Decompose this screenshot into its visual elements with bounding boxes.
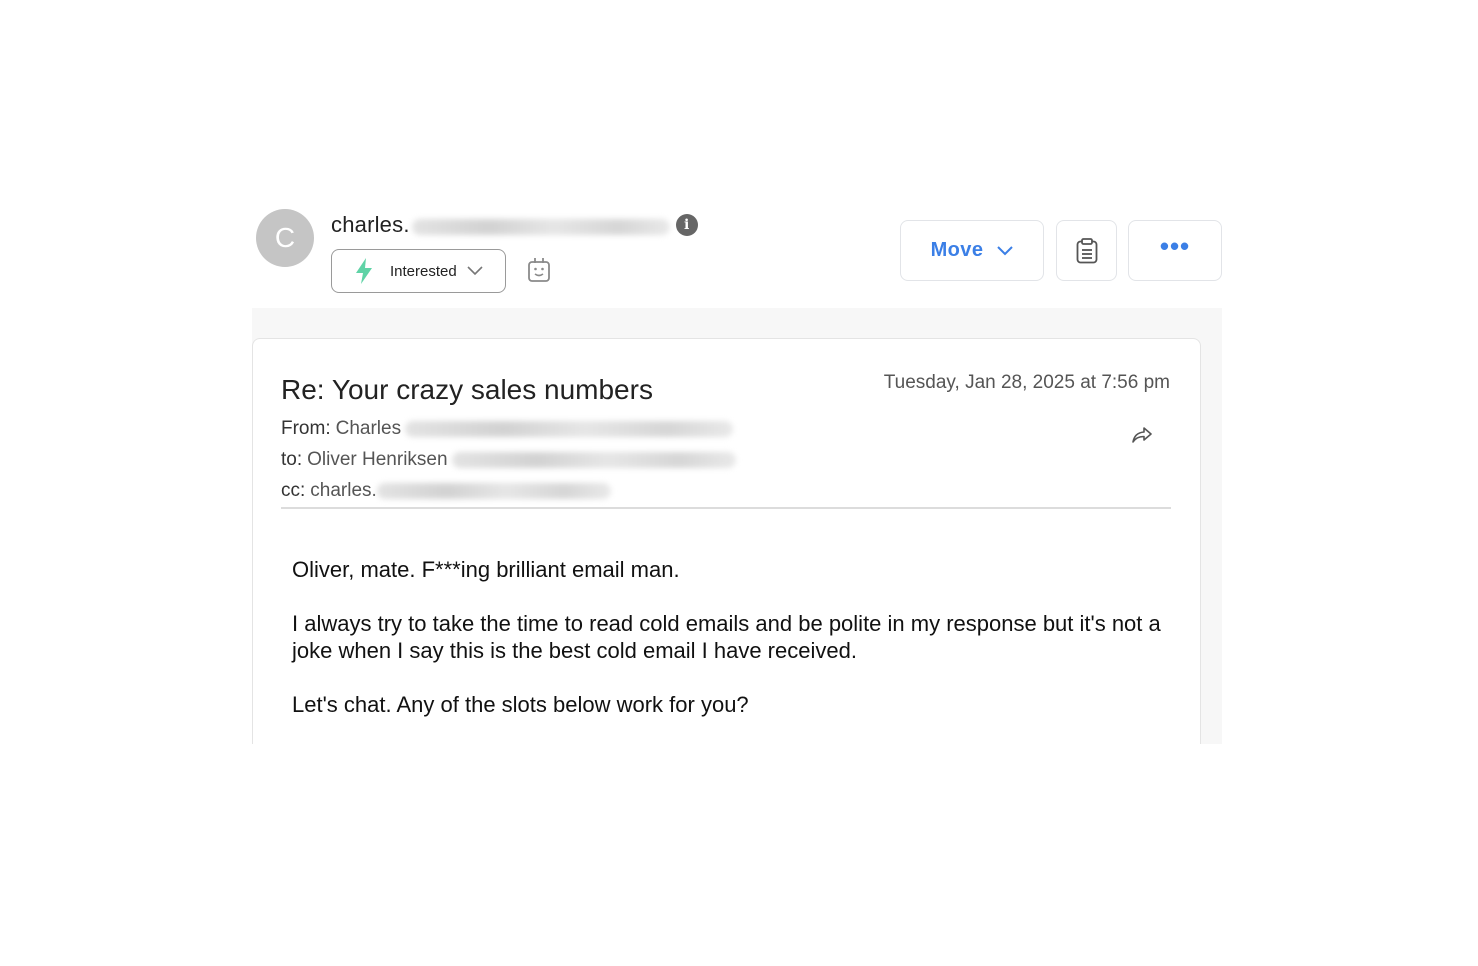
sender-row: charles. i: [331, 210, 698, 240]
from-name: Charles: [335, 418, 402, 439]
lead-status-label: Interested: [390, 262, 457, 280]
clipboard-icon: [1076, 237, 1097, 263]
avatar: C: [256, 209, 314, 267]
move-button[interactable]: Move: [900, 220, 1044, 281]
notes-button[interactable]: [1056, 220, 1117, 281]
lead-status-dropdown[interactable]: Interested: [331, 249, 506, 293]
redacted-email: [451, 452, 736, 468]
from-line: From: Charles: [281, 418, 734, 440]
chevron-down-icon: [997, 245, 1014, 255]
email-view: C charles. i Interested Move ••• Re: You…: [0, 0, 1478, 966]
info-icon[interactable]: i: [675, 214, 698, 236]
cc-line: cc: charles.: [281, 480, 611, 502]
to-line: to: Oliver Henriksen: [281, 449, 736, 471]
more-dots-icon: •••: [1159, 230, 1191, 261]
email-subject: Re: Your crazy sales numbers: [281, 374, 653, 405]
forward-icon[interactable]: [1131, 426, 1153, 444]
sender-name: charles.: [331, 212, 410, 237]
bot-icon[interactable]: [527, 257, 551, 283]
more-options-button[interactable]: •••: [1128, 220, 1222, 281]
from-label: From:: [281, 418, 331, 439]
cc-label: cc:: [281, 480, 306, 501]
move-label: Move: [930, 239, 984, 261]
bolt-icon: [356, 258, 372, 284]
to-label: to:: [281, 449, 303, 470]
redacted-email: [405, 421, 734, 437]
email-date: Tuesday, Jan 28, 2025 at 7:56 pm: [883, 372, 1170, 393]
redacted-email: [411, 219, 670, 235]
chevron-down-icon: [467, 266, 483, 276]
email-body-paragraph: Oliver, mate. F***ing brilliant email ma…: [292, 557, 680, 582]
email-body-paragraph: I always try to take the time to read co…: [292, 611, 1161, 663]
divider: [281, 507, 1171, 509]
email-body-paragraph: Let's chat. Any of the slots below work …: [292, 692, 749, 717]
redacted-email: [376, 483, 611, 499]
cc-name: charles.: [310, 480, 377, 501]
to-name: Oliver Henriksen: [307, 449, 448, 470]
